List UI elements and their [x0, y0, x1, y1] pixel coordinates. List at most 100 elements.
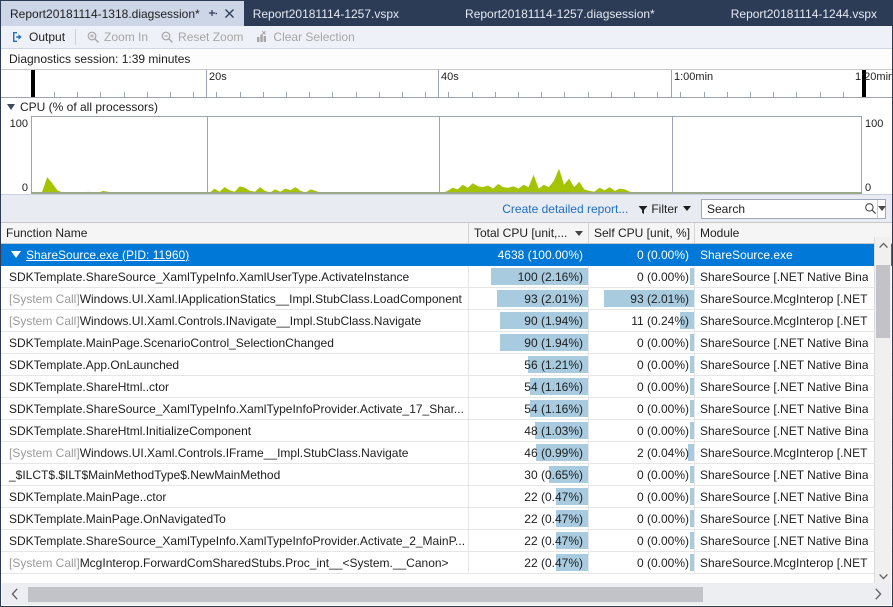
- self-cpu-bar: [690, 268, 694, 285]
- self-cpu-bar: [690, 466, 694, 483]
- table-row[interactable]: [System Call] Windows.UI.Xaml.IApplicati…: [1, 288, 892, 310]
- module-value: ShareSource [.NET Native Binary: S: [700, 336, 868, 350]
- zoom-in-button[interactable]: Zoom In: [80, 28, 154, 47]
- cell-self-cpu: 0 (0.00%): [589, 354, 695, 375]
- ruler-tick: [425, 92, 426, 97]
- ruler-tick: [796, 92, 797, 97]
- ruler-tick: [124, 92, 125, 97]
- ruler-tick: [588, 92, 589, 97]
- search-options-dropdown-icon[interactable]: [877, 200, 886, 218]
- table-row[interactable]: SDKTemplate.ShareHtml..ctor54 (1.16%)0 (…: [1, 376, 892, 398]
- ruler-tick: [379, 92, 380, 97]
- column-header-module-label: Module: [700, 226, 739, 240]
- cell-self-cpu: 93 (2.01%): [589, 288, 695, 309]
- pin-icon[interactable]: [206, 7, 219, 20]
- close-icon[interactable]: [223, 7, 236, 20]
- table-row[interactable]: SDKTemplate.ShareHtml.InitializeComponen…: [1, 420, 892, 442]
- table-row[interactable]: [System Call] McgInterop.ForwardComShare…: [1, 552, 892, 574]
- search-box[interactable]: [701, 199, 886, 219]
- table-row[interactable]: _$ILCT$.$ILT$MainMethodType$.NewMainMeth…: [1, 464, 892, 486]
- cell-module: ShareSource.McgInterop [.NET Nat: [695, 442, 868, 463]
- total-cpu-value: 22 (0.47%): [524, 512, 583, 526]
- table-row[interactable]: SDKTemplate.MainPage.OnNavigatedTo 22 (0.…: [1, 508, 892, 530]
- column-header-module[interactable]: Module: [695, 223, 868, 243]
- self-cpu-value: 0 (0.00%): [637, 534, 689, 548]
- clear-selection-button[interactable]: Clear Selection: [249, 28, 360, 47]
- horizontal-scrollbar-thumb[interactable]: [28, 587, 703, 602]
- table-row[interactable]: SDKTemplate.ShareSource_XamlTypeInfo.Xam…: [1, 530, 892, 552]
- vertical-scrollbar-thumb[interactable]: [876, 265, 890, 338]
- self-cpu-bar: [690, 532, 694, 549]
- ruler-tick: [611, 92, 612, 97]
- function-name-text: SDKTemplate.MainPage.OnNavigatedTo: [9, 512, 226, 526]
- ruler-tick: [402, 92, 403, 97]
- document-tab-title: Report20181114-1318.diagsession*: [10, 7, 200, 21]
- table-row[interactable]: SDKTemplate.MainPage..ctor22 (0.47%)0 (0…: [1, 486, 892, 508]
- table-row[interactable]: [System Call] Windows.UI.Xaml.Controls.I…: [1, 310, 892, 332]
- self-cpu-value: 0 (0.00%): [637, 270, 689, 284]
- filter-button[interactable]: Filter: [638, 202, 691, 216]
- table-row[interactable]: ShareSource.exe (PID: 11960)4638 (100.00…: [1, 244, 892, 266]
- cell-function-name: [System Call] Windows.UI.Xaml.Controls.I…: [1, 442, 469, 463]
- total-cpu-value: 100 (2.16%): [518, 270, 583, 284]
- funnel-icon: [638, 204, 648, 214]
- cpu-gridline: [207, 117, 208, 194]
- cell-self-cpu: 2 (0.04%): [589, 442, 695, 463]
- output-button[interactable]: Output: [5, 28, 71, 47]
- self-cpu-value: 11 (0.24%): [631, 314, 689, 328]
- reset-zoom-button[interactable]: Reset Zoom: [154, 28, 249, 47]
- cpu-baseline: [32, 192, 861, 194]
- cpu-section-header[interactable]: CPU (% of all processors): [1, 98, 892, 116]
- ruler-tick: [77, 92, 78, 97]
- cpu-plot-area[interactable]: [31, 116, 862, 194]
- diagnostics-toolbar: Output Zoom In Reset Zoom: [1, 26, 892, 49]
- cell-module: ShareSource [.NET Native Binary: S: [695, 376, 868, 397]
- document-tab-0[interactable]: Report20181114-1318.diagsession*: [1, 1, 244, 26]
- total-cpu-value: 22 (0.47%): [524, 534, 583, 548]
- cell-module: ShareSource [.NET Native Binary: S: [695, 508, 868, 529]
- table-row[interactable]: [System Call] Windows.UI.Xaml.Controls.I…: [1, 442, 892, 464]
- horizontal-scrollbar[interactable]: [2, 583, 891, 605]
- ruler-tick: [564, 92, 565, 97]
- column-header-total-cpu[interactable]: Total CPU [unit,...: [469, 223, 589, 243]
- column-header-self-cpu[interactable]: Self CPU [unit, %]: [589, 223, 695, 243]
- diagnostics-window: Report20181114-1318.diagsession* Report20…: [0, 0, 893, 607]
- scroll-right-button[interactable]: [865, 588, 891, 600]
- table-row[interactable]: SDKTemplate.ShareSource_XamlTypeInfo.Xam…: [1, 266, 892, 288]
- cell-function-name: [System Call] Windows.UI.Xaml.Controls.I…: [1, 310, 469, 331]
- search-input[interactable]: [702, 199, 864, 219]
- function-name-text: Windows.UI.Xaml.IApplicationStatics__Imp…: [80, 292, 462, 306]
- scroll-up-button[interactable]: [875, 237, 891, 254]
- total-cpu-value: 30 (0.65%): [524, 468, 583, 482]
- module-value: ShareSource [.NET Native Binary: S: [700, 270, 868, 284]
- cpu-section-title: CPU (% of all processors): [20, 100, 158, 114]
- cell-function-name: SDKTemplate.ShareSource_XamlTypeInfo.Xam…: [1, 398, 469, 419]
- search-icon[interactable]: [864, 202, 877, 215]
- document-tab-1[interactable]: Report20181114-1257.vspx: [244, 1, 439, 26]
- module-value: ShareSource [.NET Native Binary: S: [700, 380, 868, 394]
- total-cpu-value: 22 (0.47%): [524, 556, 583, 570]
- document-tab-2[interactable]: Report20181114-1257.diagsession*: [439, 1, 705, 26]
- timeline-ruler[interactable]: 20s40s1:00min1:20min: [1, 70, 892, 98]
- vertical-scrollbar[interactable]: [874, 237, 891, 585]
- table-row[interactable]: SDKTemplate.App.OnLaunched56 (1.21%)0 (0…: [1, 354, 892, 376]
- document-tab-3[interactable]: Report20181114-1244.vspx: [705, 1, 891, 26]
- create-detailed-report-link[interactable]: Create detailed report...: [502, 202, 628, 216]
- cell-self-cpu: 0 (0.00%): [589, 530, 695, 551]
- table-row[interactable]: SDKTemplate.ShareSource_XamlTypeInfo.Xam…: [1, 398, 892, 420]
- module-value: ShareSource [.NET Native Binary: S: [700, 468, 868, 482]
- column-header-function-name-label: Function Name: [6, 226, 87, 240]
- ruler-tick: [54, 92, 55, 97]
- collapse-triangle-icon[interactable]: [7, 104, 15, 110]
- cpu-axis-left: 100 0: [1, 116, 31, 194]
- cell-function-name: [System Call] McgInterop.ForwardComShare…: [1, 552, 469, 573]
- total-cpu-value: 90 (1.94%): [524, 314, 583, 328]
- expand-collapse-triangle-icon[interactable]: [9, 248, 22, 261]
- timeline-selection-handle-left[interactable]: [31, 70, 35, 97]
- scroll-left-button[interactable]: [2, 588, 28, 600]
- horizontal-scrollbar-track[interactable]: [28, 587, 865, 602]
- column-header-function-name[interactable]: Function Name: [1, 223, 469, 243]
- total-cpu-value: 4638 (100.00%): [498, 248, 583, 262]
- table-row[interactable]: SDKTemplate.MainPage.ScenarioControl_Sel…: [1, 332, 892, 354]
- cpu-axis-left-max: 100: [10, 118, 28, 130]
